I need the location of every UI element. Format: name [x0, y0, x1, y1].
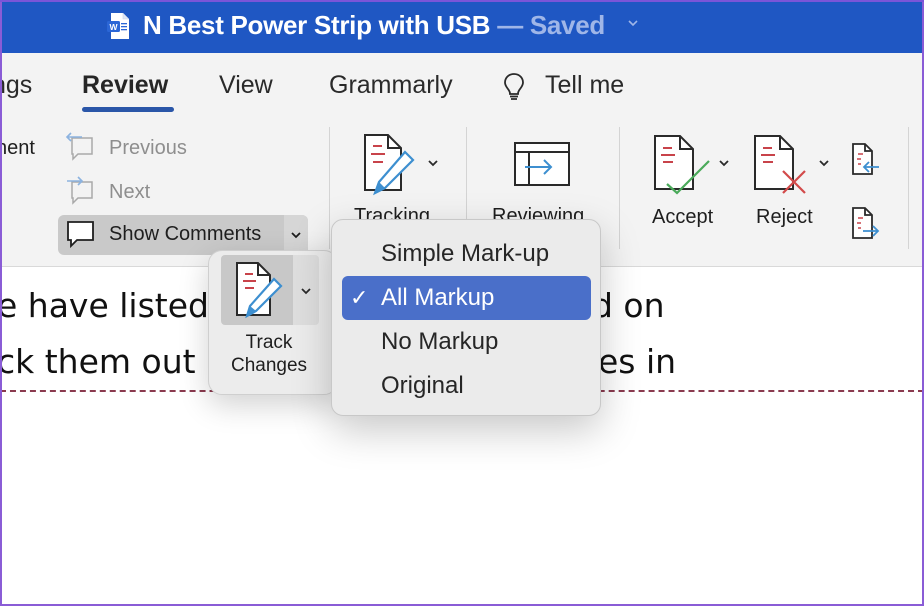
track-changes-icon[interactable]	[361, 133, 423, 197]
document-text-line-2-left: ck them out	[0, 342, 196, 381]
ribbon-separator	[619, 127, 620, 249]
reject-button[interactable]: Reject	[756, 206, 813, 229]
chevron-down-icon[interactable]	[427, 157, 439, 169]
chevron-down-icon[interactable]	[626, 16, 640, 30]
menu-item-label: Original	[381, 372, 464, 399]
show-comments-label: Show Comments	[109, 223, 262, 245]
menu-item-label: All Markup	[381, 284, 495, 311]
document-title[interactable]: N Best Power Strip with USB — Saved	[143, 10, 605, 41]
comment-bubble-icon	[67, 221, 94, 249]
window-border-top	[0, 0, 924, 2]
title-bar: W N Best Power Strip with USB — Saved	[0, 0, 924, 53]
tab-review[interactable]: Review	[82, 71, 168, 100]
track-changes-icon	[236, 262, 283, 319]
ribbon-separator	[329, 127, 330, 249]
track-changes-popover: Track Changes	[208, 250, 338, 395]
menu-item-original[interactable]: Original	[342, 364, 591, 408]
show-comments-button[interactable]: Show Comments	[58, 215, 308, 255]
active-tab-indicator	[82, 107, 174, 112]
accept-change-icon[interactable]	[653, 134, 713, 196]
track-changes-label-line1: Track	[245, 332, 293, 353]
chevron-down-icon	[301, 288, 311, 295]
track-changes-label-line2: Changes	[230, 355, 308, 376]
track-changes-toggle[interactable]	[221, 255, 293, 325]
show-comments-dropdown[interactable]	[284, 215, 308, 255]
menu-item-label: Simple Mark-up	[381, 240, 550, 267]
checkmark-icon: ✓	[350, 285, 369, 310]
menu-item-label: No Markup	[381, 328, 499, 355]
chevron-down-icon	[291, 232, 301, 239]
word-doc-icon: W	[107, 13, 129, 39]
ribbon-separator	[908, 127, 909, 249]
ribbon-tabs: ngs Review View Grammarly Tell me	[0, 53, 924, 119]
reject-change-icon[interactable]	[753, 134, 813, 196]
menu-item-no-markup[interactable]: No Markup	[342, 320, 591, 364]
svg-text:W: W	[109, 22, 118, 32]
chevron-down-icon[interactable]	[718, 157, 730, 169]
tab-view[interactable]: View	[219, 71, 273, 100]
next-comment-button[interactable]: Next	[109, 181, 150, 204]
lightbulb-icon	[504, 73, 524, 100]
document-text-line-2-right: es in	[598, 342, 677, 381]
accept-button[interactable]: Accept	[652, 206, 713, 229]
next-comment-icon	[67, 176, 93, 205]
previous-comment-icon	[65, 132, 93, 161]
reviewing-pane-icon[interactable]	[513, 141, 571, 187]
tell-me-search[interactable]: Tell me	[545, 71, 624, 100]
next-change-icon[interactable]	[851, 206, 881, 240]
save-status: Saved	[529, 10, 605, 40]
menu-item-simple-markup[interactable]: Simple Mark-up	[342, 232, 591, 276]
track-changes-dropdown[interactable]	[293, 255, 319, 325]
document-name: N Best Power Strip with USB	[143, 10, 491, 40]
menu-item-all-markup[interactable]: ✓ All Markup	[342, 276, 591, 320]
markup-view-menu: Simple Mark-up ✓ All Markup No Markup Or…	[331, 219, 601, 416]
title-separator: —	[490, 10, 530, 40]
tab-settings-partial[interactable]: ngs	[0, 71, 32, 100]
chevron-down-icon[interactable]	[818, 157, 830, 169]
document-text-line-1-right: d on	[592, 286, 665, 325]
document-text-line-1-left: e have listed	[0, 286, 209, 325]
previous-comment-button[interactable]: Previous	[109, 137, 187, 160]
new-comment-button-partial[interactable]: nent	[0, 137, 35, 160]
previous-change-icon[interactable]	[851, 142, 881, 176]
tab-grammarly[interactable]: Grammarly	[329, 71, 453, 100]
